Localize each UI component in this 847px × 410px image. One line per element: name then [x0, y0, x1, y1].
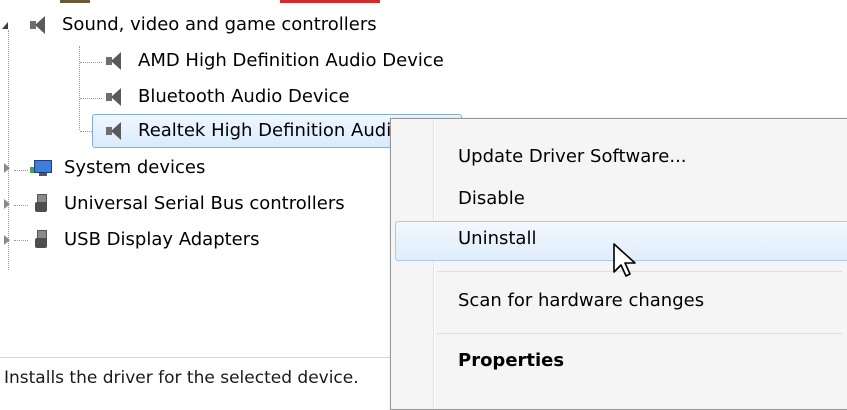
status-bar-text: Installs the driver for the selected dev… [4, 368, 359, 388]
tree-item-label: Sound, video and game controllers [62, 14, 377, 35]
tree-item-label: Bluetooth Audio Device [138, 86, 350, 107]
tree-item-realtek-audio[interactable]: Realtek High Definition Audio [104, 116, 402, 146]
expand-arrow-icon[interactable] [4, 163, 10, 173]
speaker-icon [104, 51, 124, 71]
menu-item-update-driver[interactable]: Update Driver Software... [391, 139, 847, 177]
menu-item-label: Disable [458, 188, 525, 209]
tree-connector [80, 62, 102, 63]
usb-icon [32, 229, 50, 251]
tree-connector [80, 98, 102, 99]
usb-icon [32, 193, 50, 215]
expand-arrow-icon[interactable] [4, 235, 10, 245]
tree-item-label: USB Display Adapters [64, 229, 260, 250]
expand-arrow-icon[interactable] [4, 199, 10, 209]
menu-separator [437, 333, 842, 334]
tree-item-label: AMD High Definition Audio Device [138, 50, 444, 71]
tree-item-bluetooth-audio[interactable]: Bluetooth Audio Device [104, 82, 350, 112]
tree-item-system-devices[interactable]: System devices [0, 153, 205, 183]
computer-icon [30, 158, 52, 178]
speaker-icon [104, 121, 124, 141]
tree-connector [79, 46, 80, 130]
menu-item-label: Uninstall [458, 228, 537, 249]
tree-item-sound-video-game[interactable]: Sound, video and game controllers [0, 10, 377, 40]
speaker-icon [28, 15, 48, 35]
tree-item-usb-display-adapters[interactable]: USB Display Adapters [0, 225, 260, 255]
tree-item-label: Realtek High Definition Audio [138, 120, 403, 141]
menu-item-label: Scan for hardware changes [458, 290, 705, 311]
tree-item-label: System devices [64, 157, 206, 178]
menu-item-label: Update Driver Software... [458, 146, 687, 167]
tree-item-amd-audio[interactable]: AMD High Definition Audio Device [104, 46, 444, 76]
menu-item-scan-hardware[interactable]: Scan for hardware changes [391, 283, 847, 321]
tree-item-label: Universal Serial Bus controllers [64, 193, 345, 214]
mouse-pointer-icon [613, 243, 636, 277]
menu-item-properties[interactable]: Properties [391, 343, 847, 381]
tree-item-usb-controllers[interactable]: Universal Serial Bus controllers [0, 189, 345, 219]
menu-item-label: Properties [458, 350, 565, 371]
collapse-arrow-icon[interactable] [2, 22, 8, 29]
speaker-icon [104, 87, 124, 107]
menu-item-disable[interactable]: Disable [391, 181, 847, 219]
